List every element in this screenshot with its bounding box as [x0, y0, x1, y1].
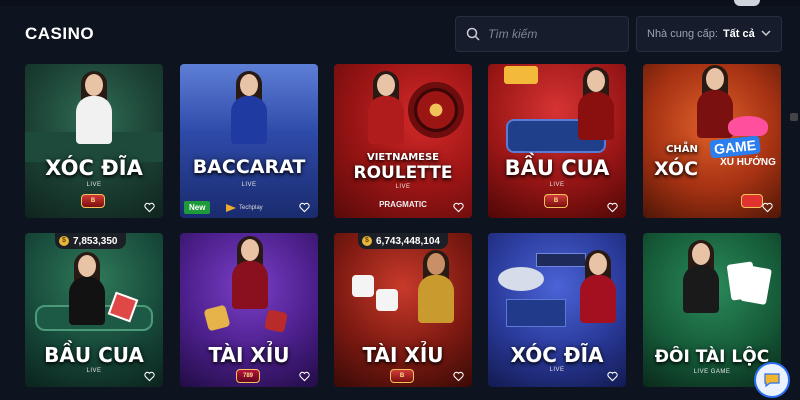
dealer-figure [227, 71, 271, 144]
provider-name: PRAGMATIC [379, 200, 427, 209]
brand-logo: B [81, 194, 105, 208]
jackpot-amount: 7,853,350 [73, 235, 118, 247]
top-nub [734, 0, 760, 6]
brand-logo: B [544, 194, 568, 208]
coin-icon: $ [362, 236, 372, 246]
provider-label: Nhà cung cấp: [647, 28, 718, 40]
dealer-figure [576, 250, 620, 323]
game-card-baccarat[interactable]: BACCARAT LIVE New Techplay [180, 64, 318, 218]
slot-machine-icon [728, 116, 768, 136]
dealer-figure [228, 236, 272, 309]
game-subtitle: LIVE [241, 182, 257, 188]
heart-icon[interactable] [144, 371, 155, 382]
game-card-xoc-dia-2[interactable]: XÓC ĐĨA LIVE [488, 233, 626, 387]
heart-icon[interactable] [299, 371, 310, 382]
chat-bubble-icon [764, 373, 780, 388]
heart-icon[interactable] [144, 202, 155, 213]
carousel-next-indicator[interactable] [790, 113, 798, 121]
dealer-figure [679, 240, 723, 313]
dealer-figure [72, 71, 116, 144]
page-title: CASINO [25, 24, 95, 43]
game-card-bau-cua-jackpot[interactable]: $7,853,350 BẦU CUA LIVE [25, 233, 163, 387]
dealer-figure [65, 252, 109, 325]
brand-logo: B [390, 369, 414, 383]
dice-icon [376, 289, 398, 311]
provider-name: Techplay [239, 205, 263, 211]
provider-select[interactable]: Nhà cung cấp: Tất cả [636, 16, 782, 52]
search-input[interactable] [488, 27, 618, 41]
gift-box [504, 66, 538, 84]
jackpot-badge: $7,853,350 [55, 233, 126, 249]
jackpot-badge: $6,743,448,104 [358, 233, 448, 249]
game-board [506, 299, 566, 327]
heart-icon[interactable] [453, 202, 464, 213]
techplay-icon [226, 204, 236, 212]
brand-logo: 789 [236, 369, 260, 383]
dice-icon [352, 275, 374, 297]
game-title: ĐÔI TÀI LỘC [654, 347, 770, 367]
game-card-tai-xiu-jackpot[interactable]: $6,743,448,104 TÀI XỈU B [334, 233, 472, 387]
coin-icon: $ [59, 236, 69, 246]
brand-logo [741, 194, 763, 208]
game-subtitle: LIVE [86, 182, 102, 188]
game-subtitle: LIVE [86, 368, 102, 374]
game-title: BẦU CUA [44, 343, 144, 367]
game-title-line2: ROULETTE [353, 163, 453, 183]
search-icon [466, 27, 480, 41]
trending-game-badge: GAME XU HƯỚNG [709, 116, 786, 186]
provider-tag: Techplay [226, 204, 263, 212]
game-title-line1: VIETNAMESE [366, 152, 440, 163]
chevron-down-icon [761, 30, 771, 37]
search-box[interactable] [455, 16, 629, 52]
game-card-vietnamese-roulette[interactable]: VIETNAMESE ROULETTE LIVE PRAGMATIC [334, 64, 472, 218]
roulette-wheel [408, 82, 464, 138]
game-card-xoc-dia[interactable]: XÓC ĐĨA LIVE B [25, 64, 163, 218]
game-subtitle: LIVE [549, 182, 565, 188]
chat-bubble-icon[interactable] [754, 362, 790, 398]
dish-icon [498, 267, 544, 291]
heart-icon[interactable] [607, 202, 618, 213]
game-title: BACCARAT [192, 156, 306, 178]
heart-icon[interactable] [607, 371, 618, 382]
game-title: BẦU CUA [504, 156, 610, 180]
game-subtitle: LIVE [395, 184, 411, 190]
heart-icon[interactable] [299, 202, 310, 213]
heart-icon[interactable] [453, 371, 464, 382]
top-strip [0, 0, 800, 6]
game-card-tai-xiu[interactable]: TÀI XỈU 789 [180, 233, 318, 387]
new-badge: New [184, 201, 211, 214]
dealer-figure [414, 250, 458, 323]
game-card-bau-cua[interactable]: BẦU CUA LIVE B [488, 64, 626, 218]
provider-value: Tất cả [722, 28, 755, 40]
dealer-figure [364, 71, 408, 144]
dealer-figure [574, 67, 618, 140]
game-title: XÓC ĐĨA [510, 343, 604, 367]
jackpot-amount: 6,743,448,104 [376, 235, 440, 247]
game-subtitle: LIVE [549, 367, 565, 373]
trending-line2: XU HƯỚNG [720, 157, 776, 168]
game-title: TÀI XỈU [208, 343, 290, 367]
game-title: TÀI XỈU [362, 343, 444, 367]
trending-line1: GAME [709, 135, 761, 159]
game-card-doi-tai-loc[interactable]: ĐÔI TÀI LỘC LIVE GAME [643, 233, 781, 387]
heart-icon[interactable] [762, 202, 773, 213]
game-title: XÓC ĐĨA [45, 156, 143, 180]
dice-icon [264, 309, 288, 333]
